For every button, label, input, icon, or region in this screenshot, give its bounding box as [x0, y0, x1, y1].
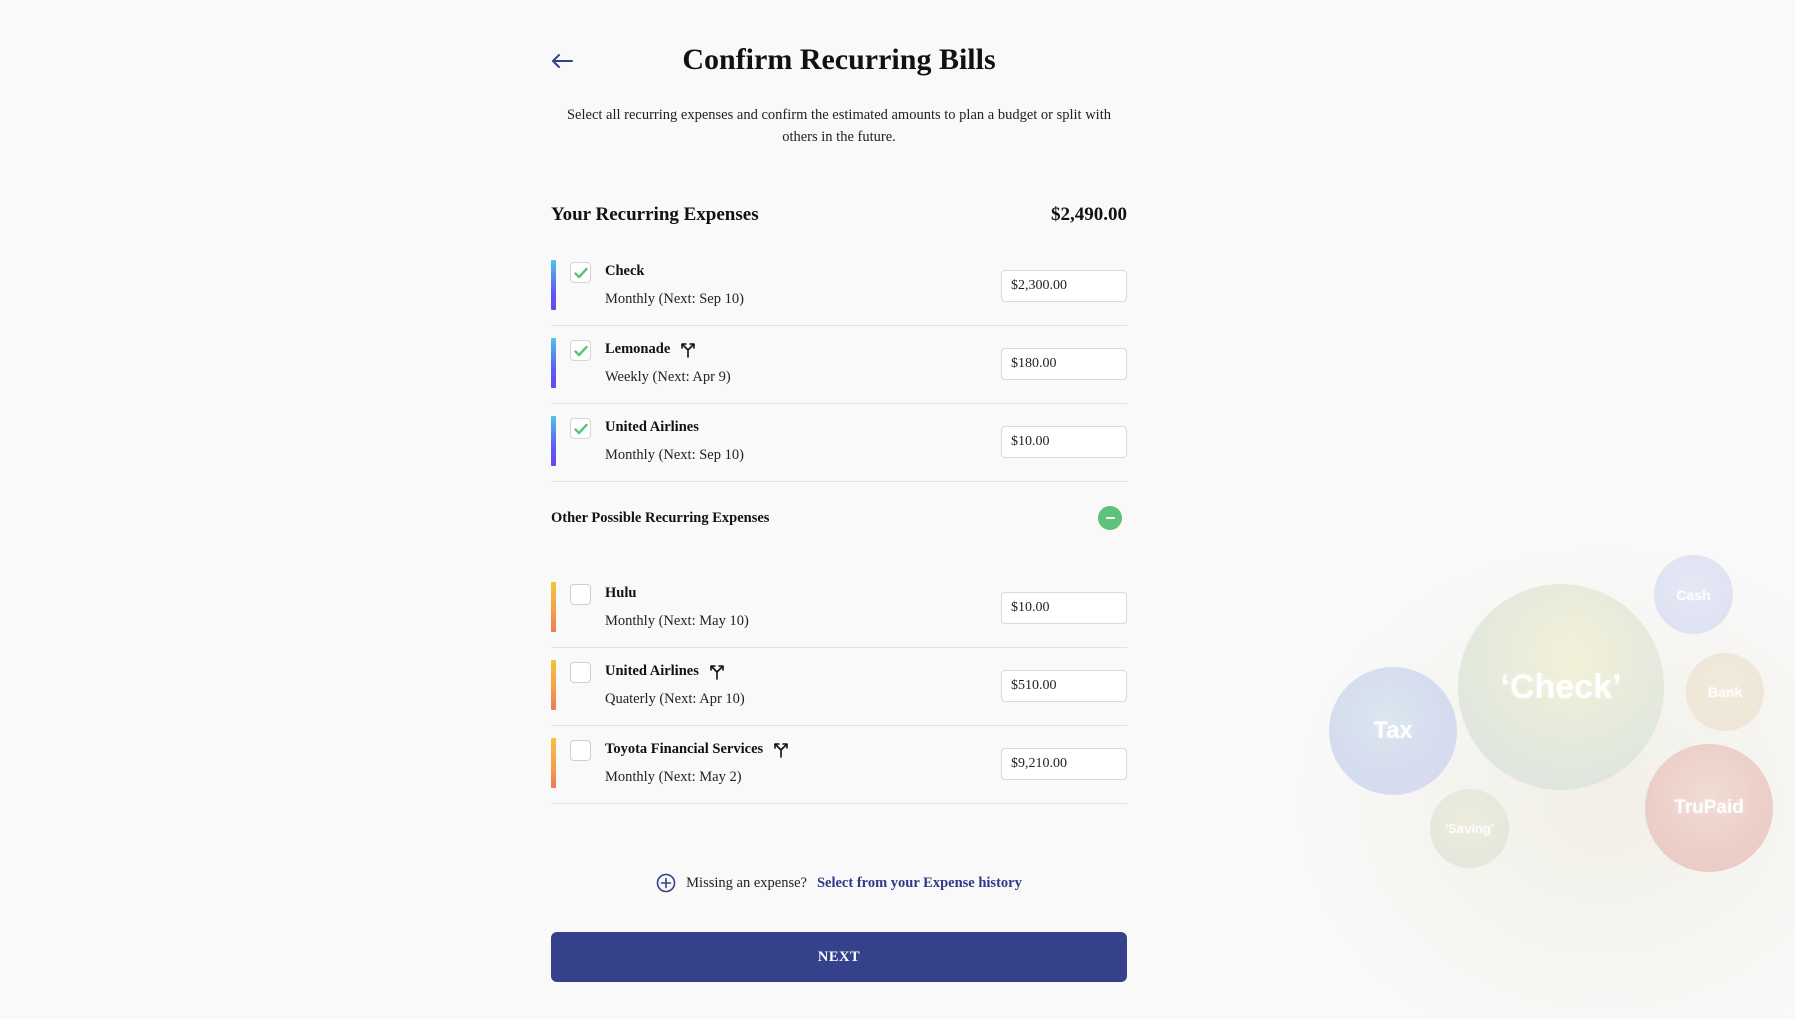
expense-name-text: United Airlines — [605, 419, 699, 435]
expense-name: Check — [605, 263, 644, 280]
checkmark-icon — [573, 345, 588, 356]
bubble-saving: 'Saving' — [1430, 789, 1509, 868]
decorative-bubbles: ‘Check’ Tax Cash Bank TruPaid 'Saving' — [1290, 520, 1795, 1019]
expense-checkbox[interactable] — [570, 584, 591, 605]
bubble-tax: Tax — [1329, 667, 1457, 795]
expense-checkbox[interactable] — [570, 740, 591, 761]
page-title: Confirm Recurring Bills — [682, 43, 996, 76]
expense-amount-input[interactable] — [1001, 348, 1127, 380]
expense-amount-input[interactable] — [1001, 670, 1127, 702]
expense-name-text: Check — [605, 263, 645, 279]
recurring-total: $2,490.00 — [1051, 204, 1127, 225]
bubble-check: ‘Check’ — [1458, 584, 1664, 790]
expense-frequency: Monthly (Next: Sep 10) — [605, 291, 744, 307]
expense-name-text: Toyota Financial Services — [605, 741, 764, 757]
missing-expense-row: Missing an expense? Select from your Exp… — [551, 873, 1127, 893]
row-accent-bar — [551, 660, 556, 710]
expense-frequency: Quaterly (Next: Apr 10) — [605, 691, 745, 707]
row-accent-bar — [551, 416, 556, 466]
expense-name-text: Hulu — [605, 585, 637, 601]
expense-frequency: Monthly (Next: May 2) — [605, 769, 742, 785]
expense-checkbox[interactable] — [570, 340, 591, 361]
minus-circle-icon[interactable] — [1098, 506, 1122, 530]
recurring-heading: Your Recurring Expenses — [551, 204, 759, 225]
page-subtitle: Select all recurring expenses and confir… — [566, 107, 1111, 145]
other-heading: Other Possible Recurring Expenses — [551, 509, 770, 526]
page: Confirm Recurring Bills Select all recur… — [0, 0, 1795, 1019]
row-accent-bar — [551, 582, 556, 632]
expense-amount-input[interactable] — [1001, 748, 1127, 780]
expense-checkbox[interactable] — [570, 418, 591, 439]
expense-checkbox[interactable] — [570, 262, 591, 283]
missing-expense-text: Missing an expense? — [686, 874, 807, 891]
expense-row: Hulu Monthly (Next: May 10) — [551, 570, 1127, 648]
next-button[interactable]: NEXT — [551, 932, 1127, 982]
bubble-bank: Bank — [1686, 653, 1764, 731]
expense-name: Toyota Financial Services — [605, 741, 789, 758]
split-arrows-icon[interactable] — [773, 742, 789, 758]
expense-frequency: Monthly (Next: May 10) — [605, 613, 749, 629]
split-arrows-icon[interactable] — [709, 664, 725, 680]
bubble-trupaid: TruPaid — [1645, 744, 1773, 872]
plus-circle-icon[interactable] — [656, 873, 676, 893]
expense-name: United Airlines — [605, 419, 699, 436]
expense-row: United Airlines Monthly (Next: Sep 10) — [551, 404, 1127, 482]
expense-amount-input[interactable] — [1001, 426, 1127, 458]
checkmark-icon — [573, 267, 588, 278]
recurring-list: Check Monthly (Next: Sep 10) Lemonade We… — [551, 248, 1127, 482]
expense-history-link[interactable]: Select from your Expense history — [817, 875, 1022, 892]
expense-row: United Airlines Quaterly (Next: Apr 10) — [551, 648, 1127, 726]
expense-name-text: United Airlines — [605, 663, 699, 679]
expense-amount-input[interactable] — [1001, 592, 1127, 624]
expense-frequency: Weekly (Next: Apr 9) — [605, 369, 731, 385]
row-accent-bar — [551, 260, 556, 310]
other-list: Hulu Monthly (Next: May 10) United Airli… — [551, 570, 1127, 804]
other-section-header: Other Possible Recurring Expenses — [551, 506, 1127, 530]
row-accent-bar — [551, 738, 556, 788]
expense-row: Check Monthly (Next: Sep 10) — [551, 248, 1127, 326]
expense-amount-input[interactable] — [1001, 270, 1127, 302]
row-accent-bar — [551, 338, 556, 388]
checkmark-icon — [573, 423, 588, 434]
bubble-cash: Cash — [1654, 555, 1733, 634]
expense-row: Toyota Financial Services Monthly (Next:… — [551, 726, 1127, 804]
recurring-section-header: Your Recurring Expenses $2,490.00 — [551, 204, 1127, 226]
expense-name: Lemonade — [605, 341, 696, 358]
expense-name: Hulu — [605, 585, 636, 602]
expense-checkbox[interactable] — [570, 662, 591, 683]
split-arrows-icon[interactable] — [680, 342, 696, 358]
expense-frequency: Monthly (Next: Sep 10) — [605, 447, 744, 463]
expense-name-text: Lemonade — [605, 341, 671, 357]
expense-name: United Airlines — [605, 663, 725, 680]
expense-row: Lemonade Weekly (Next: Apr 9) — [551, 326, 1127, 404]
